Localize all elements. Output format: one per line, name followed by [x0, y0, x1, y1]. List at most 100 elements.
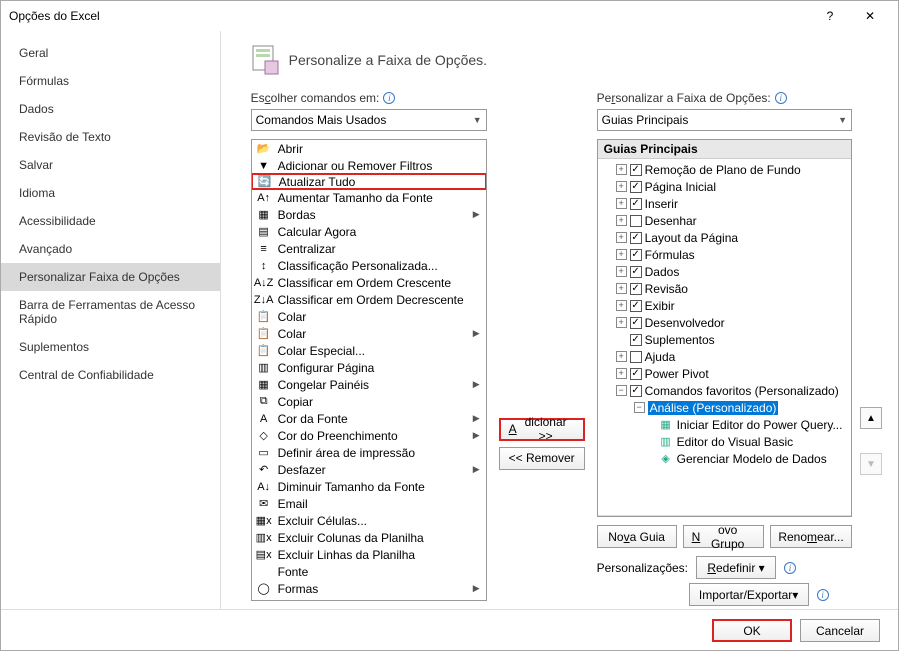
- expand-icon[interactable]: +: [616, 351, 627, 362]
- tree-tab[interactable]: +✓Exibir: [598, 297, 851, 314]
- command-item[interactable]: ◯Formas▶: [252, 580, 486, 597]
- info-icon[interactable]: i: [817, 589, 829, 601]
- tree-tab[interactable]: +✓Remoção de Plano de Fundo: [598, 161, 851, 178]
- sidebar-item[interactable]: Barra de Ferramentas de Acesso Rápido: [1, 291, 220, 333]
- expand-icon[interactable]: +: [616, 164, 627, 175]
- sidebar-item[interactable]: Suplementos: [1, 333, 220, 361]
- command-item[interactable]: ▥xExcluir Colunas da Planilha: [252, 529, 486, 546]
- command-item[interactable]: ACor da Fonte▶: [252, 410, 486, 427]
- cancel-button[interactable]: Cancelar: [800, 619, 880, 642]
- tree-command[interactable]: ▥Editor do Visual Basic: [598, 433, 851, 450]
- reset-button[interactable]: Redefinir ▾: [696, 556, 776, 579]
- expand-icon[interactable]: +: [616, 215, 627, 226]
- command-item[interactable]: ↶Desfazer▶: [252, 461, 486, 478]
- horizontal-scrollbar[interactable]: ◀▶: [598, 515, 851, 517]
- tree-tab[interactable]: +✓Desenvolvedor: [598, 314, 851, 331]
- checkbox[interactable]: ✓: [630, 198, 642, 210]
- sidebar-item[interactable]: Salvar: [1, 151, 220, 179]
- expand-icon[interactable]: +: [616, 249, 627, 260]
- command-item[interactable]: A↓ZClassificar em Ordem Crescente: [252, 274, 486, 291]
- sidebar-item[interactable]: Idioma: [1, 179, 220, 207]
- command-item[interactable]: ▦Formatação Condicional▶: [252, 597, 486, 601]
- expand-icon[interactable]: +: [616, 181, 627, 192]
- sidebar-item[interactable]: Personalizar Faixa de Opções: [1, 263, 220, 291]
- command-item[interactable]: Z↓AClassificar em Ordem Decrescente: [252, 291, 486, 308]
- tree-tab[interactable]: +✓Revisão: [598, 280, 851, 297]
- expand-icon[interactable]: +: [616, 368, 627, 379]
- customize-ribbon-combo[interactable]: Guias Principais▼: [597, 109, 852, 131]
- tree-tab[interactable]: −✓Comandos favoritos (Personalizado): [598, 382, 851, 399]
- command-item[interactable]: 📋Colar: [252, 308, 486, 325]
- command-item[interactable]: A↓Diminuir Tamanho da Fonte: [252, 478, 486, 495]
- command-item[interactable]: ◇Cor do Preenchimento▶: [252, 427, 486, 444]
- sidebar-item[interactable]: Acessibilidade: [1, 207, 220, 235]
- tree-command[interactable]: ▦Iniciar Editor do Power Query...: [598, 416, 851, 433]
- tree-tab[interactable]: +✓Dados: [598, 263, 851, 280]
- expand-icon[interactable]: +: [616, 198, 627, 209]
- tree-group[interactable]: −Análise (Personalizado): [598, 399, 851, 416]
- ribbon-tree[interactable]: Guias Principais +✓Remoção de Plano de F…: [597, 139, 852, 517]
- command-item[interactable]: ✉Email: [252, 495, 486, 512]
- command-item[interactable]: ▤Calcular Agora: [252, 223, 486, 240]
- new-tab-button[interactable]: Nova Guia: [597, 525, 677, 548]
- rename-button[interactable]: Renomear...: [770, 525, 852, 548]
- sidebar-item[interactable]: Revisão de Texto: [1, 123, 220, 151]
- checkbox[interactable]: ✓: [630, 249, 642, 261]
- expand-icon[interactable]: +: [616, 300, 627, 311]
- tree-tab[interactable]: +✓Layout da Página: [598, 229, 851, 246]
- command-item[interactable]: A↑Aumentar Tamanho da Fonte: [252, 189, 486, 206]
- command-item[interactable]: 🔄Atualizar Tudo: [251, 173, 487, 190]
- tree-tab[interactable]: +✓Power Pivot: [598, 365, 851, 382]
- command-item[interactable]: ▦xExcluir Células...: [252, 512, 486, 529]
- info-icon[interactable]: i: [784, 562, 796, 574]
- checkbox[interactable]: [630, 351, 642, 363]
- checkbox[interactable]: ✓: [630, 266, 642, 278]
- checkbox[interactable]: ✓: [630, 232, 642, 244]
- info-icon[interactable]: i: [775, 92, 787, 104]
- checkbox[interactable]: ✓: [630, 385, 642, 397]
- command-item[interactable]: ▦Congelar Painéis▶: [252, 376, 486, 393]
- checkbox[interactable]: ✓: [630, 317, 642, 329]
- sidebar-item[interactable]: Geral: [1, 39, 220, 67]
- tree-tab[interactable]: +Ajuda: [598, 348, 851, 365]
- collapse-icon[interactable]: −: [634, 402, 645, 413]
- help-button[interactable]: ?: [810, 1, 850, 31]
- sidebar-item[interactable]: Fórmulas: [1, 67, 220, 95]
- sidebar-item[interactable]: Avançado: [1, 235, 220, 263]
- commands-listbox[interactable]: 📂Abrir▼Adicionar ou Remover Filtros🔄Atua…: [251, 139, 487, 601]
- command-item[interactable]: Fonte: [252, 563, 486, 580]
- close-button[interactable]: ✕: [850, 1, 890, 31]
- command-item[interactable]: ≡Centralizar: [252, 240, 486, 257]
- info-icon[interactable]: i: [383, 92, 395, 104]
- checkbox[interactable]: ✓: [630, 181, 642, 193]
- sidebar-item[interactable]: Dados: [1, 95, 220, 123]
- command-item[interactable]: 📋Colar▶: [252, 325, 486, 342]
- tree-tab[interactable]: ✓Suplementos: [598, 331, 851, 348]
- expand-icon[interactable]: +: [616, 317, 627, 328]
- tree-tab[interactable]: +✓Inserir: [598, 195, 851, 212]
- new-group-button[interactable]: Novo Grupo: [683, 525, 764, 548]
- remove-button[interactable]: << Remover: [499, 447, 585, 470]
- checkbox[interactable]: ✓: [630, 164, 642, 176]
- add-button[interactable]: Adicionar >>: [499, 418, 585, 441]
- import-export-button[interactable]: Importar/Exportar ▾: [689, 583, 809, 606]
- ok-button[interactable]: OK: [712, 619, 792, 642]
- choose-commands-combo[interactable]: Comandos Mais Usados▼: [251, 109, 487, 131]
- checkbox[interactable]: ✓: [630, 283, 642, 295]
- command-item[interactable]: ▼Adicionar ou Remover Filtros: [252, 157, 486, 174]
- command-item[interactable]: ▦Bordas▶: [252, 206, 486, 223]
- command-item[interactable]: ▭Definir área de impressão: [252, 444, 486, 461]
- command-item[interactable]: 📋Colar Especial...: [252, 342, 486, 359]
- move-down-button[interactable]: ▼: [860, 453, 882, 475]
- tree-tab[interactable]: +Desenhar: [598, 212, 851, 229]
- expand-icon[interactable]: +: [616, 232, 627, 243]
- move-up-button[interactable]: ▲: [860, 407, 882, 429]
- collapse-icon[interactable]: −: [616, 385, 627, 396]
- checkbox[interactable]: [630, 215, 642, 227]
- command-item[interactable]: ▤xExcluir Linhas da Planilha: [252, 546, 486, 563]
- tree-command[interactable]: ◈Gerenciar Modelo de Dados: [598, 450, 851, 467]
- tree-tab[interactable]: +✓Fórmulas: [598, 246, 851, 263]
- checkbox[interactable]: ✓: [630, 368, 642, 380]
- command-item[interactable]: ▥Configurar Página: [252, 359, 486, 376]
- command-item[interactable]: ↕Classificação Personalizada...: [252, 257, 486, 274]
